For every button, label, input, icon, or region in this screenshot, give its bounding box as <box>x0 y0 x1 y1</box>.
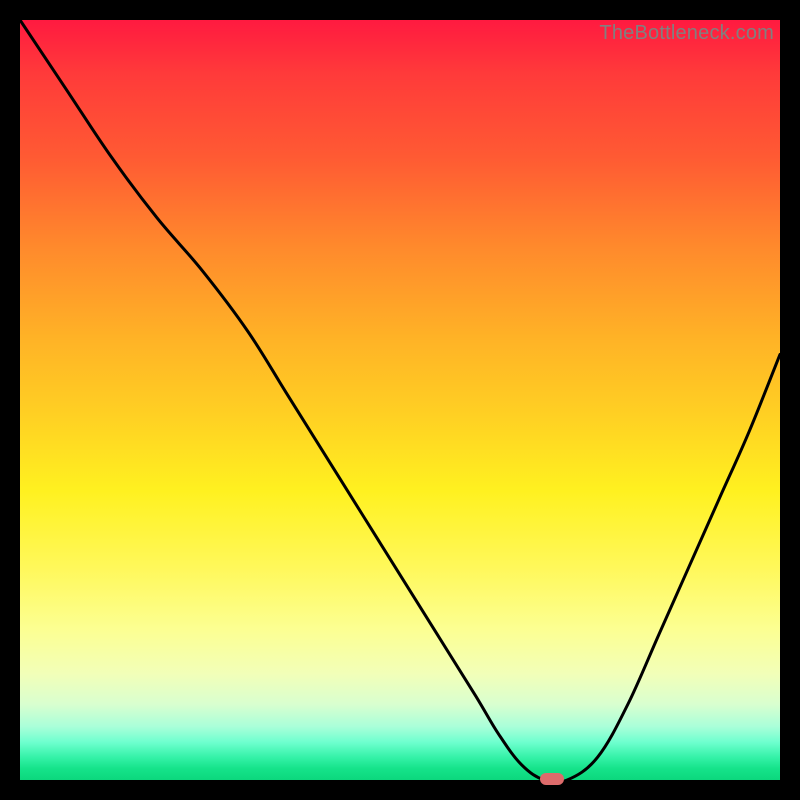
chart-frame: TheBottleneck.com <box>0 0 800 800</box>
bottleneck-curve <box>20 20 780 780</box>
plot-area: TheBottleneck.com <box>20 20 780 780</box>
curve-path <box>20 20 780 783</box>
optimal-marker <box>540 773 564 785</box>
